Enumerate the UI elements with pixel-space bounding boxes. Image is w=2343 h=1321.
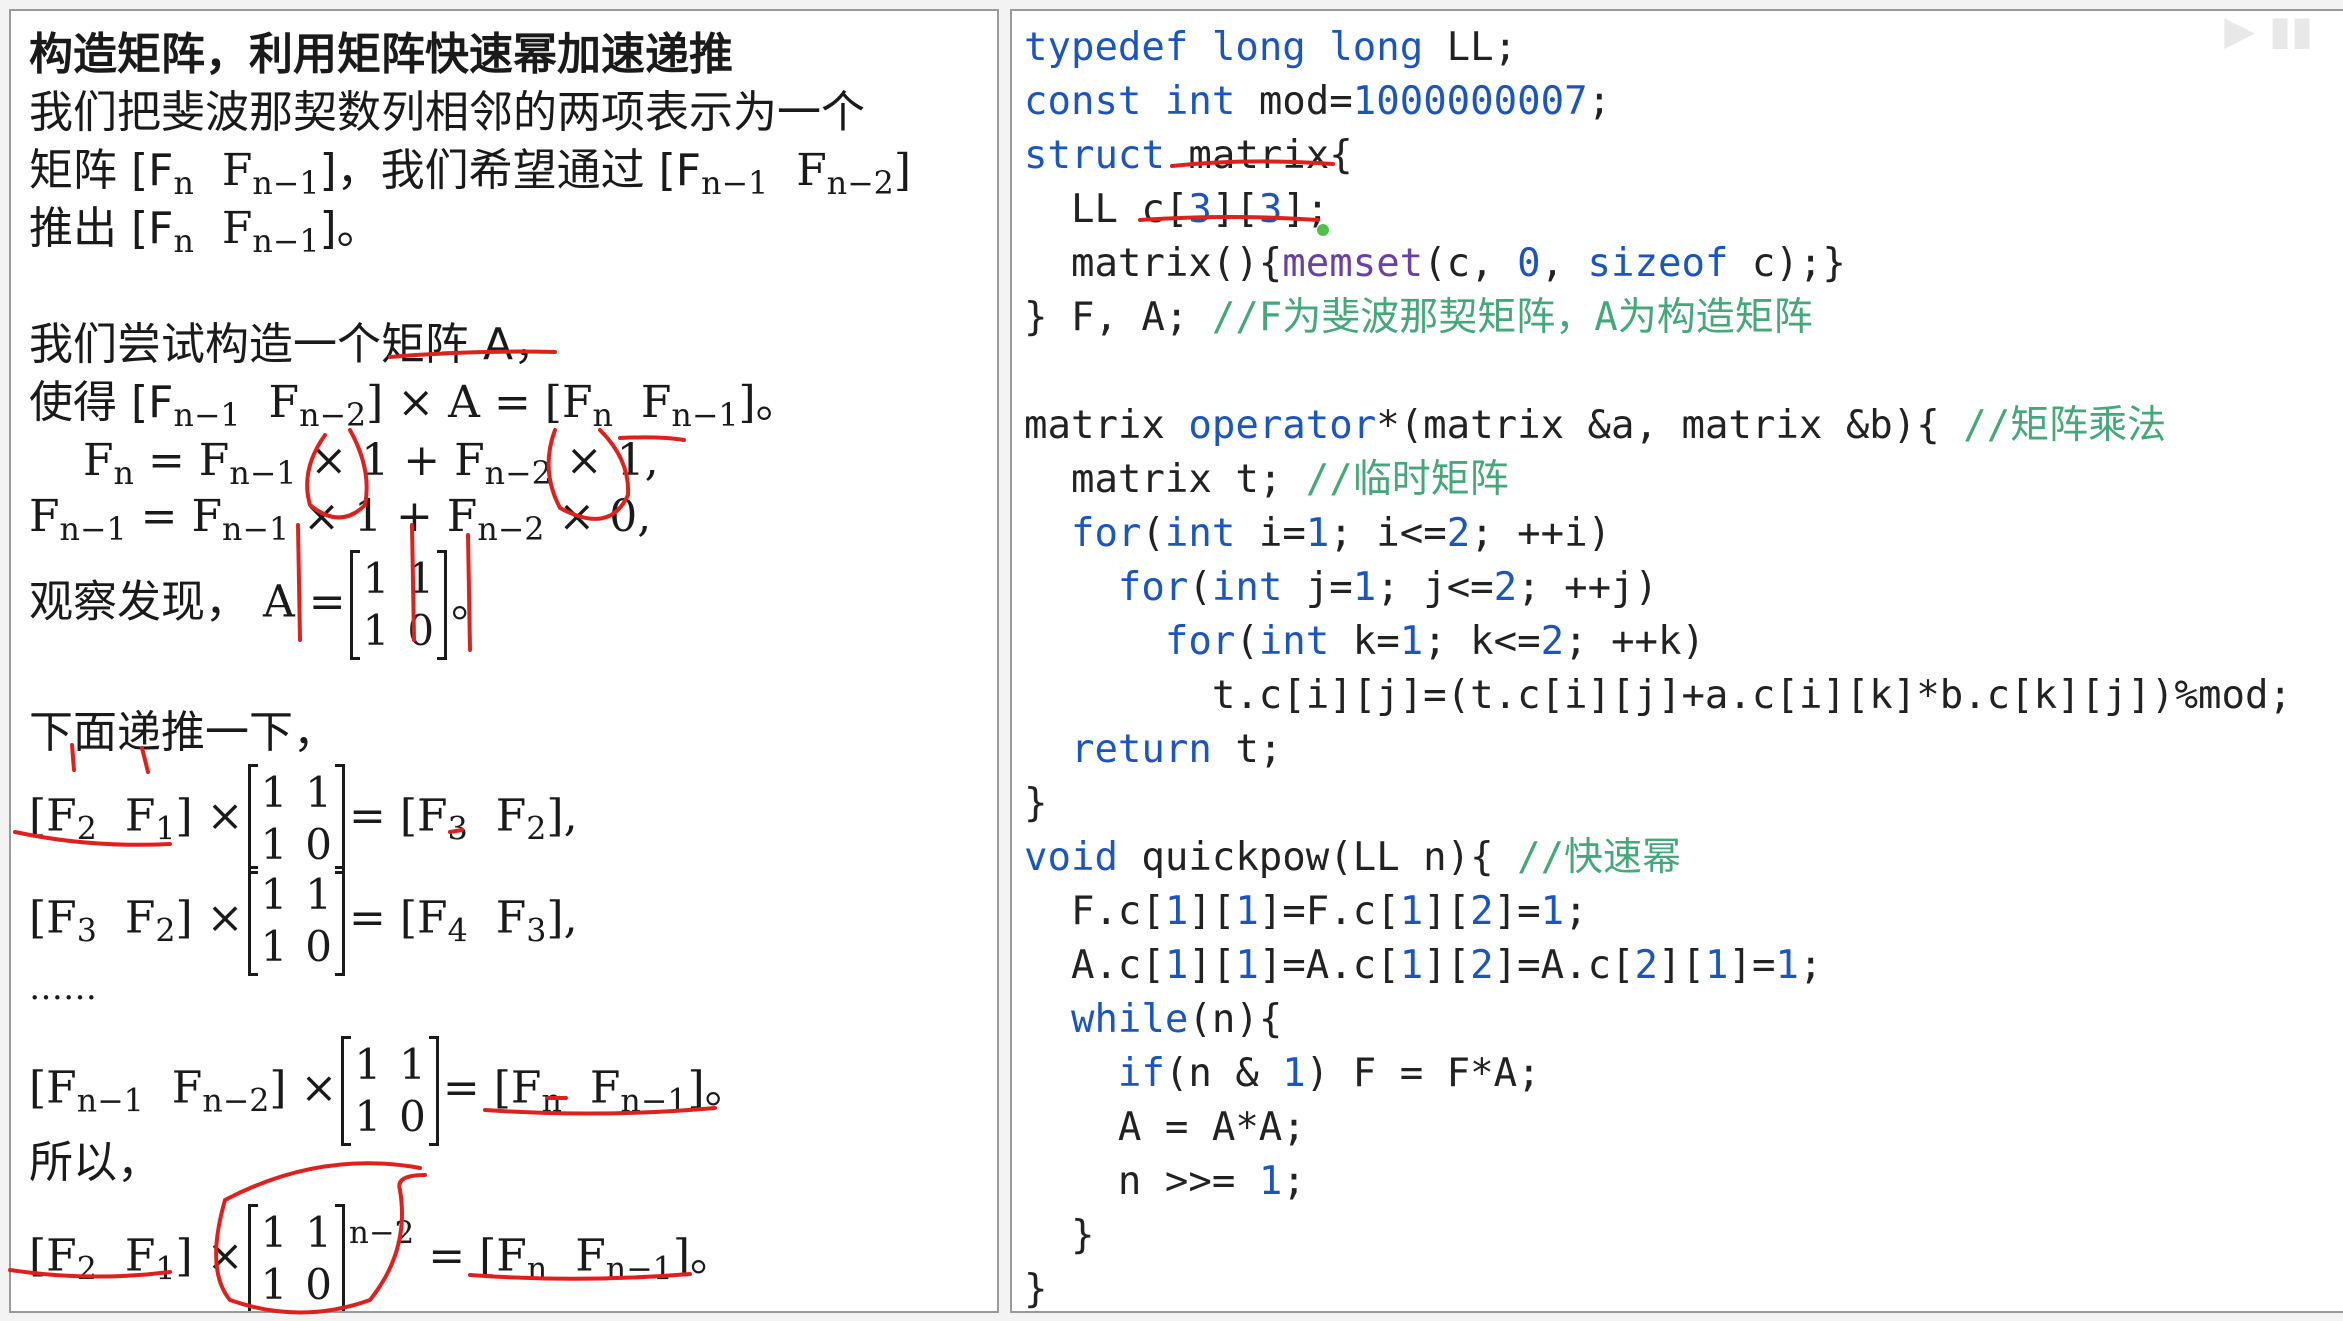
code-line: n >>= 1; <box>1024 1159 1306 1204</box>
code-line: } F, A; //F为斐波那契矩阵，A为构造矩阵 <box>1024 295 1813 340</box>
ellipsis: …… <box>29 968 97 1008</box>
matrix-step-2: 1110 <box>247 866 346 976</box>
equation-fn: Fn = Fn−1 × 1 + Fn−2 × 1, <box>83 435 659 492</box>
recursion-step-1: [F2 F1] × 1 1 1 0 = [F3 F2], <box>29 764 578 874</box>
code-line: struct matrix{ <box>1024 133 1353 178</box>
code-line: A = A*A; <box>1024 1105 1306 1150</box>
equation-fn-1: Fn−1 = Fn−1 × 1 + Fn−2 × 0, <box>29 491 652 548</box>
code-line: while(n){ <box>1070 997 1283 1042</box>
recursion-step-n: [Fn−1 Fn−2] × 1 1 1 0 = [Fn Fn−1]。 <box>29 1036 749 1146</box>
code-line: } <box>1024 781 1048 826</box>
code-line: if(n & 1) F = F*A; <box>1117 1051 1541 1096</box>
paragraph-line-3: 推出 [Fn Fn−1]。 <box>29 203 381 260</box>
matrix-step-n: 1110 <box>341 1036 440 1146</box>
code-line: matrix operator*(matrix &a, matrix &b){ … <box>1024 403 2167 448</box>
code-line: LL c[3][3]; <box>1024 187 1330 232</box>
code-line: for(int j=1; j<=2; ++j) <box>1117 565 1659 610</box>
matrix-power: 1110 <box>247 1204 346 1311</box>
code-line: } <box>1024 1213 1095 1258</box>
recursion-intro: 下面递推一下， <box>29 707 337 758</box>
code-line: matrix(){memset(c, 0, sizeof c);} <box>1024 241 1846 286</box>
matrix-step-1: 1110 <box>247 764 346 874</box>
code-line: A.c[1][1]=A.c[1][2]=A.c[2][1]=1; <box>1024 943 1823 988</box>
matrix-a: 1110 <box>349 550 448 660</box>
watermark-logo: ▶ ▮▮ <box>2224 8 2313 54</box>
paragraph-line-2: 矩阵 [Fn Fn−1]，我们希望通过 [Fn−1 Fn−2] <box>29 145 911 202</box>
condition-line: 使得 [Fn−1 Fn−2] × A = [Fn Fn−1]。 <box>29 377 800 434</box>
code-line: } <box>1024 1267 1048 1312</box>
code-panel: typedef long long LL; const int mod=10000… <box>1010 9 2343 1313</box>
code-line: const int mod=1000000007; <box>1024 79 1612 124</box>
math-explanation-panel: 构造矩阵，利用矩阵快速幂加速递推 我们把斐波那契数列相邻的两项表示为一个 矩阵 … <box>9 9 999 1313</box>
code-line: void quickpow(LL n){ //快速幂 <box>1024 835 1682 880</box>
code-line: matrix t; //临时矩阵 <box>1024 457 1509 502</box>
code-line: for(int i=1; i<=2; ++i) <box>1070 511 1612 556</box>
code-line: return t; <box>1070 727 1283 772</box>
code-line: typedef long long LL; <box>1024 25 1518 70</box>
code-line: F.c[1][1]=F.c[1][2]=1; <box>1024 889 1588 934</box>
observation-line: 观察发现， A = 1 1 1 0。 <box>29 550 496 660</box>
code-line: t.c[i][j]=(t.c[i][j]+a.c[i][k]*b.c[k][j]… <box>1024 673 2292 718</box>
code-line: for(int k=1; k<=2; ++k) <box>1164 619 1705 664</box>
paragraph-line-1: 我们把斐波那契数列相邻的两项表示为一个 <box>29 87 865 138</box>
construct-line: 我们尝试构造一个矩阵 A， <box>29 319 558 370</box>
code-block: typedef long long LL; const int mod=10000… <box>1024 21 2292 1312</box>
therefore-line: 所以， <box>29 1137 161 1188</box>
section-title: 构造矩阵，利用矩阵快速幂加速递推 <box>29 29 733 80</box>
final-formula: [F2 F1] × 1 1 1 0 n−2 = [Fn Fn−1]。 <box>29 1204 734 1311</box>
recursion-step-2: [F3 F2] × 1 1 1 0 = [F4 F3], <box>29 866 578 976</box>
